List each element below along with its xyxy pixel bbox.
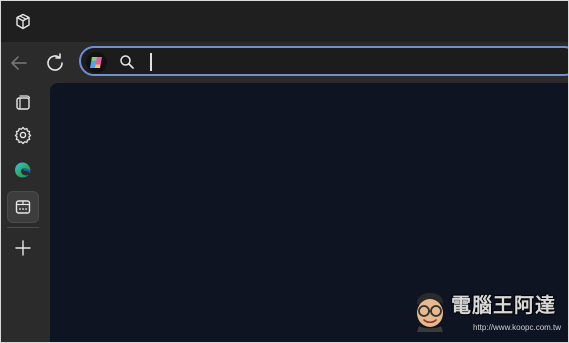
mascot-icon [413,292,447,332]
arrow-left-icon [11,56,27,70]
watermark-url: http://www.koopc.com.tw [473,323,562,332]
sidebar-item-app-panel[interactable] [7,191,39,223]
address-input[interactable] [147,51,547,73]
sidebar-item-edge[interactable] [7,154,39,186]
sidebar [1,83,49,342]
browser-window: 電腦王阿達 http://www.koopc.com.tw [0,0,569,343]
search-icon [119,54,135,70]
sidebar-item-add[interactable] [7,232,39,264]
back-button[interactable] [8,52,30,74]
gear-icon [14,126,32,145]
tab-actions-icon [16,95,31,110]
title-bar [1,1,568,42]
address-bar[interactable] [79,46,568,76]
sidebar-item-tab-actions[interactable] [7,87,39,119]
refresh-button[interactable] [43,51,67,75]
app-panel-icon [15,200,31,214]
refresh-icon [47,53,63,71]
sidebar-divider [7,227,39,228]
plus-icon [15,240,31,256]
edge-logo-icon [15,162,31,178]
copilot-icon[interactable] [86,52,107,73]
text-caret [150,53,152,71]
toolbar [1,42,568,83]
workspaces-icon[interactable] [13,12,33,32]
sidebar-item-settings[interactable] [7,119,39,151]
watermark: 電腦王阿達 http://www.koopc.com.tw [413,289,563,339]
watermark-title: 電腦王阿達 [451,293,556,317]
